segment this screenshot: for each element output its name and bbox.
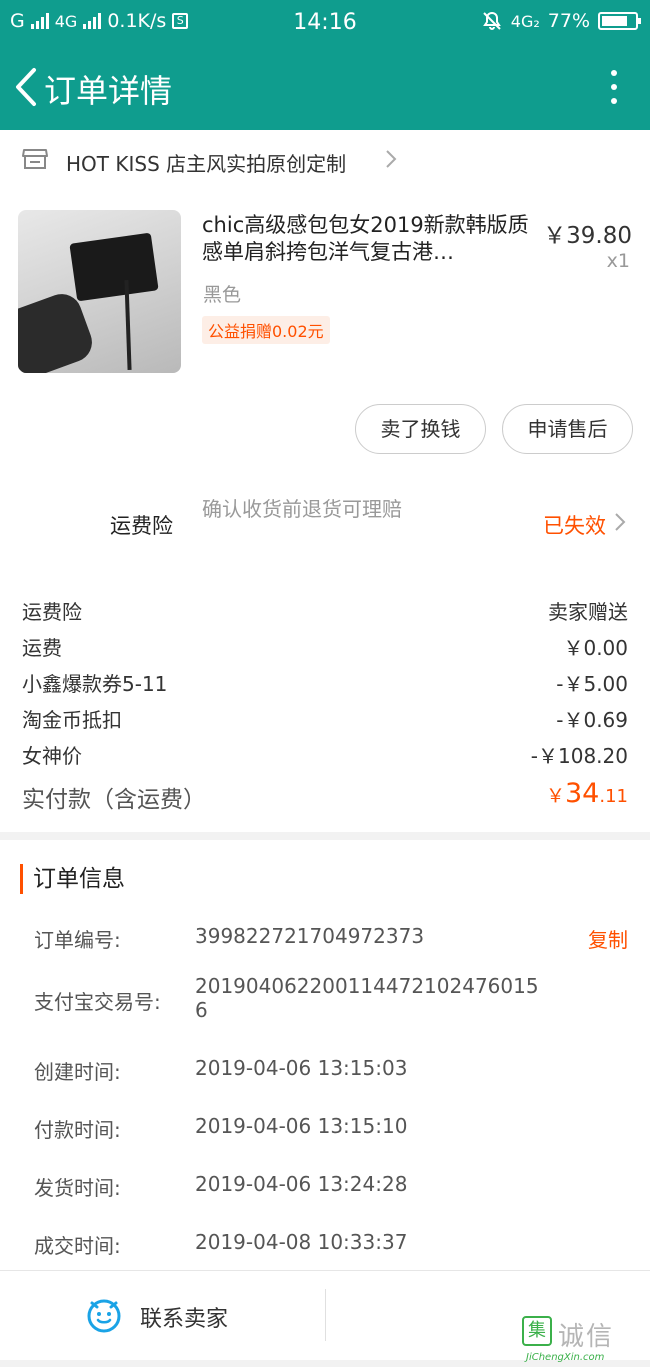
after-sale-button[interactable]: 申请售后 xyxy=(502,404,633,454)
fee-summary: 运费险 卖家赠送 运费 ￥0.00 小鑫爆款券5-11 -￥5.00 淘金币抵扣… xyxy=(0,580,650,832)
total-integer: 34 xyxy=(565,778,600,809)
info-label: 付款时间: xyxy=(34,1118,121,1142)
total-paid-row: 实付款（含运费） ￥34.11 xyxy=(22,778,628,818)
fee-row: 运费 ￥0.00 xyxy=(22,632,628,668)
fee-label: 小鑫爆款券5-11 xyxy=(22,672,168,696)
battery-icon xyxy=(598,12,641,30)
product-sku: 黑色 xyxy=(203,284,242,306)
status-bar: G 4G 0.1K/s S 14:16 4G₂ 77% xyxy=(0,0,650,44)
info-value: 399822721704972373 xyxy=(195,924,425,948)
fee-value: -￥5.00 xyxy=(556,672,628,696)
divider xyxy=(325,1289,326,1341)
nav-bar: 订单详情 xyxy=(0,44,650,130)
info-label: 支付宝交易号: xyxy=(34,990,161,1014)
fee-value: -￥0.69 xyxy=(556,708,628,732)
product-quantity: x1 xyxy=(606,250,630,272)
info-value: 2019-04-08 10:33:37 xyxy=(195,1230,408,1254)
info-label: 成交时间: xyxy=(34,1234,121,1258)
info-label: 订单编号: xyxy=(34,928,121,952)
info-value: 2019-04-06 13:15:10 xyxy=(195,1114,408,1138)
freight-insurance-row[interactable]: 运费险 确认收货前退货可理赔 已失效 xyxy=(0,465,650,580)
fee-label: 淘金币抵扣 xyxy=(22,708,122,732)
insurance-status: 已失效 xyxy=(543,514,606,538)
info-value: 2019-04-06 13:24:28 xyxy=(195,1172,408,1196)
charity-badge: 公益捐赠0.02元 xyxy=(202,316,330,344)
insurance-description: 确认收货前退货可理赔 xyxy=(202,497,402,521)
status-right: 4G₂ 77% xyxy=(481,10,641,32)
watermark-url: JiChengXin.com xyxy=(526,1352,605,1363)
battery-percent: 77% xyxy=(547,10,590,32)
mute-bell-icon xyxy=(482,11,501,31)
fee-label: 女神价 xyxy=(22,744,82,768)
product-card: chic高级感包包女2019新款韩版质感单肩斜挎包洋气复古港… ￥39.80 x… xyxy=(0,190,650,465)
copy-button[interactable]: 复制 xyxy=(588,924,628,953)
total-decimal: .11 xyxy=(599,786,628,807)
total-amount: ￥34.11 xyxy=(546,778,628,809)
fee-row: 女神价 -￥108.20 xyxy=(22,740,628,776)
order-info-title: 订单信息 xyxy=(20,864,125,894)
fee-value: -￥108.20 xyxy=(530,744,628,768)
total-label: 实付款（含运费） xyxy=(22,787,206,813)
product-price: ￥39.80 xyxy=(543,223,632,249)
info-value: 2019040622001144721024760156 xyxy=(195,974,539,1022)
info-label: 创建时间: xyxy=(34,1060,121,1084)
watermark-logo: 集 诚信 JiChengXin.com xyxy=(522,1316,642,1366)
total-currency: ￥ xyxy=(545,785,565,807)
fee-label: 运费 xyxy=(22,636,62,660)
shop-row[interactable]: HOT KISS 店主风实拍原创定制 xyxy=(0,130,650,190)
fee-label: 运费险 xyxy=(22,600,82,624)
page-title: 订单详情 xyxy=(44,72,173,110)
chat-smile-icon[interactable] xyxy=(86,1297,122,1333)
watermark-text: 诚信 xyxy=(558,1322,615,1352)
fee-value: 卖家赠送 xyxy=(548,600,628,624)
sell-for-cash-button[interactable]: 卖了换钱 xyxy=(355,404,486,454)
contact-seller-button[interactable]: 联系卖家 xyxy=(140,1301,228,1333)
order-info-section: 订单信息 订单编号: 399822721704972373 复制 支付宝交易号:… xyxy=(0,840,650,1270)
product-thumbnail[interactable] xyxy=(18,210,181,373)
back-arrow-icon[interactable] xyxy=(12,66,42,108)
watermark-mark: 集 xyxy=(522,1316,552,1346)
fee-value: ￥0.00 xyxy=(563,636,628,660)
more-options-icon[interactable] xyxy=(608,70,620,104)
network-label-2: 4G₂ xyxy=(510,11,540,31)
info-value: 2019-04-06 13:15:03 xyxy=(195,1056,408,1080)
info-label: 发货时间: xyxy=(34,1176,121,1200)
store-icon xyxy=(22,149,48,169)
chevron-right-icon xyxy=(386,150,397,168)
insurance-label: 运费险 xyxy=(110,514,173,538)
fee-row: 运费险 卖家赠送 xyxy=(22,596,628,632)
chevron-right-icon xyxy=(615,513,626,531)
fee-row: 淘金币抵扣 -￥0.69 xyxy=(22,704,628,740)
product-title[interactable]: chic高级感包包女2019新款韩版质感单肩斜挎包洋气复古港… xyxy=(202,212,532,266)
fee-row: 小鑫爆款券5-11 -￥5.00 xyxy=(22,668,628,704)
shop-name: HOT KISS 店主风实拍原创定制 xyxy=(66,152,347,176)
